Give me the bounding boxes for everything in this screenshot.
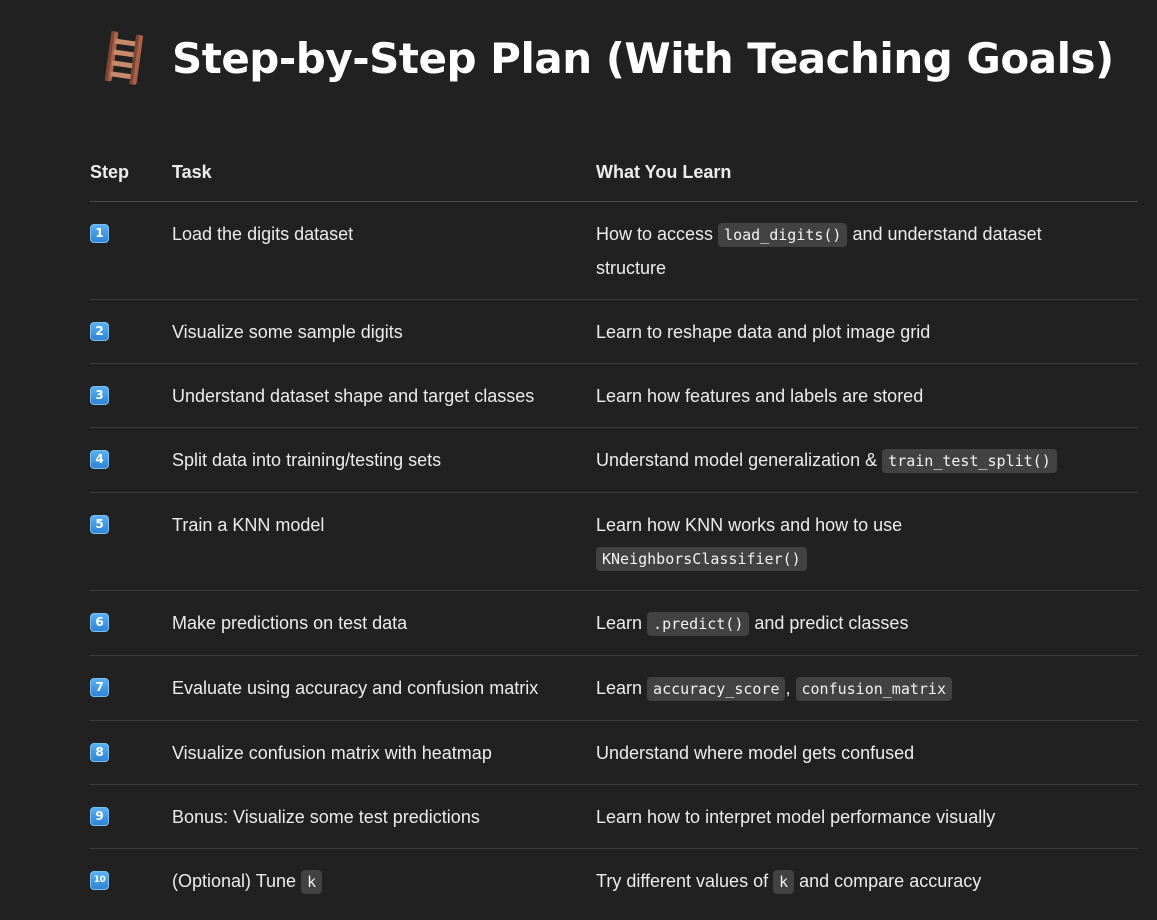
step-number-badge: 1 bbox=[90, 223, 109, 243]
page-heading: Step-by-Step Plan (With Teaching Goals) bbox=[98, 26, 1114, 90]
text-segment: Understand dataset shape and target clas… bbox=[172, 386, 535, 406]
table-row: 7 Evaluate using accuracy and confusion m… bbox=[90, 655, 1138, 721]
ladder-icon bbox=[98, 30, 150, 86]
step-number-badge: 6 bbox=[90, 612, 109, 632]
task-cell: Train a KNN model bbox=[172, 492, 596, 591]
text-segment: Evaluate using accuracy and confusion ma… bbox=[172, 678, 539, 698]
step-number-badge: 9 bbox=[90, 806, 109, 826]
inline-code: train_test_split() bbox=[882, 449, 1057, 473]
text-segment: Understand model generalization & bbox=[596, 450, 883, 470]
text-segment: Bonus: Visualize some test predictions bbox=[172, 807, 480, 827]
text-segment: and predict classes bbox=[749, 613, 909, 633]
step-cell: 4 bbox=[90, 427, 172, 493]
text-segment: , bbox=[785, 678, 796, 698]
step-cell: 1 bbox=[90, 201, 172, 300]
text-segment: Split data into training/testing sets bbox=[172, 450, 442, 470]
task-cell: Split data into training/testing sets bbox=[172, 427, 596, 493]
step-number-badge: 2 bbox=[90, 321, 109, 341]
step-cell: 6 bbox=[90, 590, 172, 656]
task-cell: Make predictions on test data bbox=[172, 590, 596, 656]
step-number-badge: 8 bbox=[90, 742, 109, 762]
text-segment: Visualize some sample digits bbox=[172, 322, 403, 342]
text-segment: Load the digits dataset bbox=[172, 224, 354, 244]
text-segment: Understand where model gets confused bbox=[596, 743, 915, 763]
text-segment: Learn how KNN works and how to use bbox=[596, 515, 903, 535]
step-cell: 7 bbox=[90, 655, 172, 721]
table-row: 3 Understand dataset shape and target cla… bbox=[90, 363, 1138, 428]
step-number-badge: 7 bbox=[90, 677, 109, 697]
column-header-task: Task bbox=[172, 146, 596, 202]
learn-cell: How to access load_digits() and understa… bbox=[596, 201, 1138, 300]
table-row: 6 Make predictions on test data Learn .pre… bbox=[90, 590, 1138, 656]
step-cell: 3 bbox=[90, 363, 172, 428]
inline-code: accuracy_score bbox=[647, 677, 786, 701]
text-segment: Train a KNN model bbox=[172, 515, 325, 535]
learn-cell: Learn how to interpret model performance… bbox=[596, 784, 1138, 849]
task-cell: Visualize some sample digits bbox=[172, 299, 596, 364]
inline-code: .predict() bbox=[647, 612, 750, 636]
table-row: 9 Bonus: Visualize some test predictions L… bbox=[90, 784, 1138, 849]
task-cell: Bonus: Visualize some test predictions bbox=[172, 784, 596, 849]
table-body: 1 Load the digits dataset How to access lo… bbox=[90, 201, 1138, 914]
step-number-badge: 4 bbox=[90, 449, 109, 469]
table-row: 1 Load the digits dataset How to access lo… bbox=[90, 201, 1138, 300]
text-segment: (Optional) Tune bbox=[172, 871, 302, 891]
inline-code: KNeighborsClassifier() bbox=[596, 547, 807, 571]
learn-cell: Learn to reshape data and plot image gri… bbox=[596, 299, 1138, 364]
table-row: 4 Split data into training/testing sets Un… bbox=[90, 427, 1138, 493]
text-segment: Learn bbox=[596, 613, 648, 633]
page-title: Step-by-Step Plan (With Teaching Goals) bbox=[172, 33, 1114, 83]
text-segment: How to access bbox=[596, 224, 719, 244]
task-cell: Visualize confusion matrix with heatmap bbox=[172, 720, 596, 785]
text-segment: Try different values of bbox=[596, 871, 774, 891]
plan-table: Step Task What You Learn 1 Load the digit… bbox=[90, 146, 1138, 913]
step-number-badge: 3 bbox=[90, 385, 109, 405]
step-cell: 9 bbox=[90, 784, 172, 849]
column-header-learn: What You Learn bbox=[596, 146, 1138, 202]
table-row: 2 Visualize some sample digits Learn to re… bbox=[90, 299, 1138, 364]
task-cell: Evaluate using accuracy and confusion ma… bbox=[172, 655, 596, 721]
learn-cell: Understand model generalization & train_… bbox=[596, 427, 1138, 493]
task-cell: Understand dataset shape and target clas… bbox=[172, 363, 596, 428]
learn-cell: Try different values of k and compare ac… bbox=[596, 849, 1138, 914]
inline-code: load_digits() bbox=[718, 223, 848, 247]
step-cell: 5 bbox=[90, 492, 172, 591]
inline-code: k bbox=[773, 870, 795, 894]
task-cell: (Optional) Tune k bbox=[172, 849, 596, 914]
step-cell: 10 bbox=[90, 849, 172, 914]
table-header-row: Step Task What You Learn bbox=[90, 146, 1138, 202]
step-number-badge: 5 bbox=[90, 514, 109, 534]
inline-code: k bbox=[301, 870, 323, 894]
task-cell: Load the digits dataset bbox=[172, 201, 596, 300]
learn-cell: Understand where model gets confused bbox=[596, 720, 1138, 785]
column-header-step: Step bbox=[90, 146, 172, 202]
learn-cell: Learn how KNN works and how to use KNeig… bbox=[596, 492, 1138, 591]
step-number-badge: 10 bbox=[90, 870, 109, 890]
table-row: 10 (Optional) Tune k Try different values … bbox=[90, 849, 1138, 914]
text-segment: and compare accuracy bbox=[794, 871, 982, 891]
inline-code: confusion_matrix bbox=[795, 677, 952, 701]
table-row: 5 Train a KNN model Learn how KNN works an… bbox=[90, 492, 1138, 591]
text-segment: Learn to reshape data and plot image gri… bbox=[596, 322, 931, 342]
text-segment: Visualize confusion matrix with heatmap bbox=[172, 743, 492, 763]
table-row: 8 Visualize confusion matrix with heatmap… bbox=[90, 720, 1138, 785]
learn-cell: Learn accuracy_score, confusion_matrix bbox=[596, 655, 1138, 721]
learn-cell: Learn .predict() and predict classes bbox=[596, 590, 1138, 656]
learn-cell: Learn how features and labels are stored bbox=[596, 363, 1138, 428]
step-cell: 8 bbox=[90, 720, 172, 785]
step-cell: 2 bbox=[90, 299, 172, 364]
text-segment: Learn how to interpret model performance… bbox=[596, 807, 996, 827]
text-segment: Learn how features and labels are stored bbox=[596, 386, 924, 406]
text-segment: Learn bbox=[596, 678, 648, 698]
text-segment: Make predictions on test data bbox=[172, 613, 408, 633]
